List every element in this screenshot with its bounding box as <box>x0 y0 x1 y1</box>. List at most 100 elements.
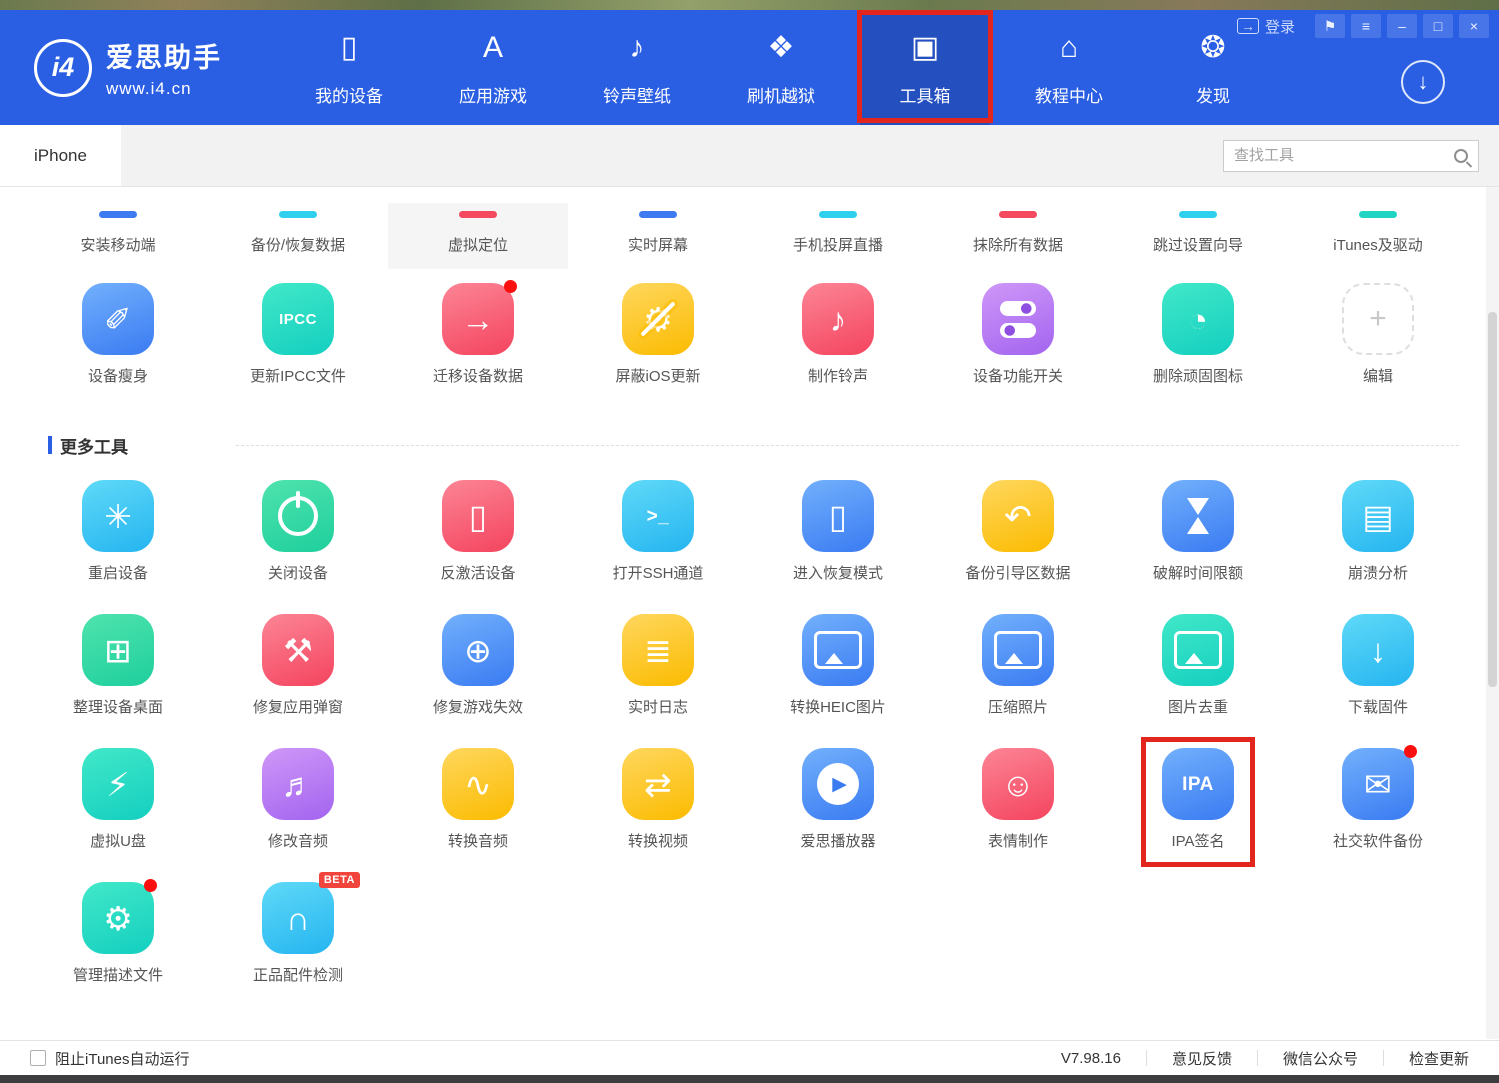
tab-iphone[interactable]: iPhone <box>0 125 121 186</box>
block-itunes-checkbox[interactable]: 阻止iTunes自动运行 <box>30 1048 189 1069</box>
tool-icon: ⚙ <box>82 882 154 954</box>
tool-tile[interactable]: ⊞ 整理设备桌面 <box>28 614 208 717</box>
tool-tile[interactable]: ☺ 表情制作 <box>928 748 1108 851</box>
tool-tile[interactable]: ▯ 反激活设备 <box>388 480 568 583</box>
tool-row: ✐ 设备瘦身 IPCC 更新IPCC文件 → 迁移设备数据 ⚙ 屏蔽iOS更新 … <box>28 283 1499 386</box>
tool-icon <box>819 211 857 218</box>
tool-label: 图片去重 <box>1168 696 1228 717</box>
feedback-link[interactable]: 意见反馈 <box>1172 1048 1232 1069</box>
header-nav: ▯ 我的设备 A 应用游戏 ♪ 铃声壁纸 ❖ 刷机越狱 ▣ 工具箱 ⌂ 教程中心… <box>284 10 1292 125</box>
tool-icon: ♪ <box>802 283 874 355</box>
tool-tile[interactable]: ⇄ 转换视频 <box>568 748 748 851</box>
nav-item-my-devices[interactable]: ▯ 我的设备 <box>284 10 414 125</box>
tool-tile[interactable]: 虚拟定位 <box>388 203 568 269</box>
check-update-link[interactable]: 检查更新 <box>1409 1048 1469 1069</box>
nav-label: 铃声壁纸 <box>603 82 671 107</box>
close-button[interactable]: × <box>1459 14 1489 38</box>
theme-skin-icon[interactable]: ⚑ <box>1315 14 1345 38</box>
download-manager-button[interactable]: ↓ <box>1401 60 1445 104</box>
tool-tile[interactable]: ⊕ 修复游戏失效 <box>388 614 568 717</box>
notification-dot-icon <box>504 280 517 293</box>
tool-tile[interactable]: 转换HEIC图片 <box>748 614 928 717</box>
ipcc-text-icon: IPCC <box>279 312 317 327</box>
tool-row: ⚙ 管理描述文件 ∩ BETA 正品配件检测 <box>28 882 1499 985</box>
tool-tile[interactable]: >_ 打开SSH通道 <box>568 480 748 583</box>
tool-icon: IPCC <box>262 283 334 355</box>
tool-tile[interactable]: 关闭设备 <box>208 480 388 583</box>
menu-icon[interactable]: ≡ <box>1351 14 1381 38</box>
nav-item-tutorials[interactable]: ⌂ 教程中心 <box>1004 10 1134 125</box>
section-divider <box>236 445 1459 446</box>
tool-tile[interactable]: ⚙ 管理描述文件 <box>28 882 208 985</box>
tool-tile[interactable]: 图片去重 <box>1108 614 1288 717</box>
tool-tile[interactable]: → 迁移设备数据 <box>388 283 568 386</box>
restart-burst-icon: ✳ <box>104 500 132 533</box>
music-note-icon: ♪ <box>630 30 645 66</box>
tool-tile[interactable]: 设备功能开关 <box>928 283 1108 386</box>
folder-gear-icon: ⚙ <box>103 902 133 935</box>
tool-tile[interactable]: ♬ 修改音频 <box>208 748 388 851</box>
nav-label: 刷机越狱 <box>747 82 815 107</box>
tool-tile[interactable]: ▶ 爱思播放器 <box>748 748 928 851</box>
tool-tile[interactable]: ∩ BETA 正品配件检测 <box>208 882 388 985</box>
search-icon[interactable] <box>1454 149 1468 163</box>
tool-label: 屏蔽iOS更新 <box>615 365 700 386</box>
tool-tile[interactable]: 跳过设置向导 <box>1108 203 1288 269</box>
tool-tile[interactable]: ⚡ 虚拟U盘 <box>28 748 208 851</box>
checkbox-icon[interactable] <box>30 1050 46 1066</box>
maximize-button[interactable]: □ <box>1423 14 1453 38</box>
tool-label: 关闭设备 <box>268 562 328 583</box>
tool-label: 安装移动端 <box>80 234 155 255</box>
tool-tile[interactable]: ◔ 删除顽固图标 <box>1108 283 1288 386</box>
tool-label: 实时屏幕 <box>628 234 688 255</box>
tool-label: 删除顽固图标 <box>1153 365 1243 386</box>
appstore-icon: A <box>483 30 503 66</box>
tool-tile[interactable]: ≣ 实时日志 <box>568 614 748 717</box>
tool-tile[interactable]: 实时屏幕 <box>568 203 748 269</box>
tool-label: 进入恢复模式 <box>793 562 883 583</box>
migrate-arrow-icon: → <box>462 303 495 336</box>
tool-tile[interactable]: ↶ 备份引导区数据 <box>928 480 1108 583</box>
tool-tile[interactable]: ∿ 转换音频 <box>388 748 568 851</box>
tool-row: 安装移动端 备份/恢复数据 虚拟定位 实时屏幕 手机投屏直播 <box>28 203 1499 269</box>
play-circle-icon: ▶ <box>829 775 847 794</box>
tool-tile[interactable]: 手机投屏直播 <box>748 203 928 269</box>
tool-tile[interactable]: IPA IPA签名 <box>1108 748 1288 851</box>
tool-icon: ⚡ <box>82 748 154 820</box>
tool-label: 设备功能开关 <box>973 365 1063 386</box>
tool-tile[interactable]: IPCC 更新IPCC文件 <box>208 283 388 386</box>
nav-item-flash-jailbreak[interactable]: ❖ 刷机越狱 <box>716 10 846 125</box>
tool-label: 备份引导区数据 <box>965 562 1070 583</box>
login-button[interactable]: → 登录 <box>1237 16 1295 37</box>
nav-item-ringtones-wallpapers[interactable]: ♪ 铃声壁纸 <box>572 10 702 125</box>
tool-tile[interactable]: ✐ 设备瘦身 <box>28 283 208 386</box>
nav-item-apps-games[interactable]: A 应用游戏 <box>428 10 558 125</box>
footer-divider <box>1257 1050 1258 1066</box>
tool-tile[interactable]: 破解时间限额 <box>1108 480 1288 583</box>
nav-item-toolbox[interactable]: ▣ 工具箱 <box>860 10 990 125</box>
scrollbar-thumb[interactable] <box>1488 312 1497 687</box>
wechat-official-link[interactable]: 微信公众号 <box>1283 1048 1358 1069</box>
scrollbar[interactable] <box>1486 187 1499 1039</box>
tool-icon <box>99 211 137 218</box>
tool-tile[interactable]: ⚙ 屏蔽iOS更新 <box>568 283 748 386</box>
tool-tile[interactable]: ♪ 制作铃声 <box>748 283 928 386</box>
tool-tile[interactable]: ▯ 进入恢复模式 <box>748 480 928 583</box>
tool-tile[interactable]: ✉ 社交软件备份 <box>1288 748 1468 851</box>
tool-tile[interactable]: 备份/恢复数据 <box>208 203 388 269</box>
tool-tile[interactable]: 安装移动端 <box>28 203 208 269</box>
tool-tile[interactable]: iTunes及驱动 <box>1288 203 1468 269</box>
tool-tile[interactable]: 压缩照片 <box>928 614 1108 717</box>
tool-tile[interactable]: ⚒ 修复应用弹窗 <box>208 614 388 717</box>
tool-tile[interactable]: ↓ 下载固件 <box>1288 614 1468 717</box>
search-input[interactable] <box>1234 147 1454 164</box>
tool-label: 修改音频 <box>268 830 328 851</box>
tool-tile[interactable]: ✳ 重启设备 <box>28 480 208 583</box>
tool-tile[interactable]: ▤ 崩溃分析 <box>1288 480 1468 583</box>
tool-label: 修复应用弹窗 <box>253 696 343 717</box>
tool-tile[interactable]: + 编辑 <box>1288 283 1468 386</box>
tool-icon: ∿ <box>442 748 514 820</box>
minimize-button[interactable]: – <box>1387 14 1417 38</box>
tool-label: 虚拟定位 <box>448 234 508 255</box>
tool-tile[interactable]: 抹除所有数据 <box>928 203 1108 269</box>
